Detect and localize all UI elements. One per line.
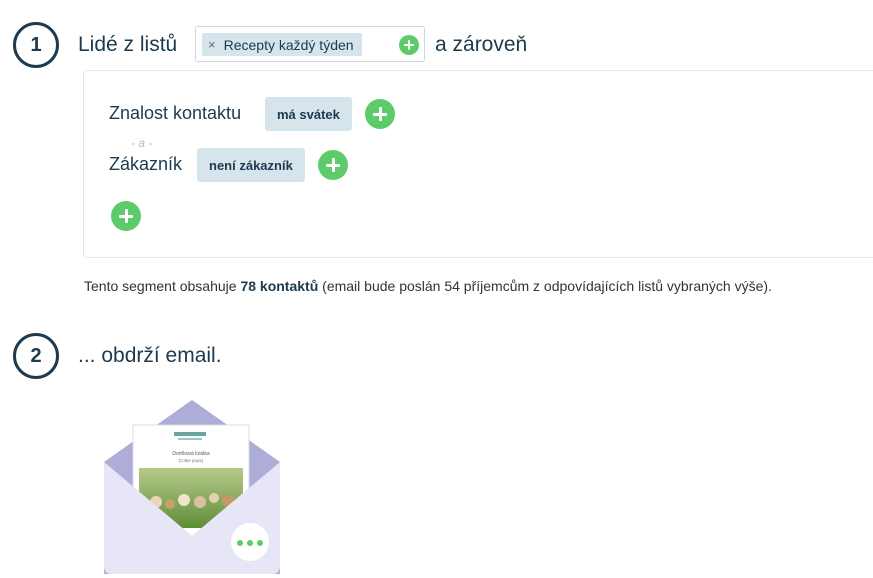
chip-label: Recepty každý týden: [223, 36, 354, 53]
list-select[interactable]: × Recepty každý týden: [195, 26, 425, 62]
and-separator: - a -: [131, 136, 153, 150]
step-1-number: 1: [13, 22, 59, 68]
email-envelope-icon[interactable]: Dortíková lízátka (Cake pops): [104, 398, 280, 574]
step-2-number: 2: [13, 333, 59, 379]
list-chip: × Recepty každý týden: [202, 33, 362, 56]
condition-value-not-customer[interactable]: není zákazník: [197, 148, 305, 182]
condition-label-customer: Zákazník: [109, 154, 183, 174]
step-1-suffix: a zároveň: [435, 33, 528, 56]
condition-label-contact: Znalost kontaktu: [109, 103, 242, 123]
step-2-title: ... obdrží email.: [78, 344, 222, 367]
add-condition-value-icon[interactable]: [365, 99, 395, 129]
email-headline: Dortíková lízátka: [172, 451, 209, 457]
step-1-prefix: Lidé z listů: [78, 33, 178, 56]
contact-count: 78 kontaktů: [240, 278, 319, 294]
segment-summary: Tento segment obsahuje 78 kontaktů (emai…: [84, 278, 772, 294]
add-list-icon[interactable]: [399, 35, 419, 55]
chip-remove-button[interactable]: ×: [208, 37, 216, 52]
add-condition-icon[interactable]: [111, 201, 141, 231]
add-condition-value-icon[interactable]: [318, 150, 348, 180]
email-subline: (Cake pops): [179, 458, 204, 463]
conditions-panel: Znalost kontaktu má svátek - a - Zákazní…: [83, 70, 873, 258]
condition-value-holiday[interactable]: má svátek: [265, 97, 352, 131]
